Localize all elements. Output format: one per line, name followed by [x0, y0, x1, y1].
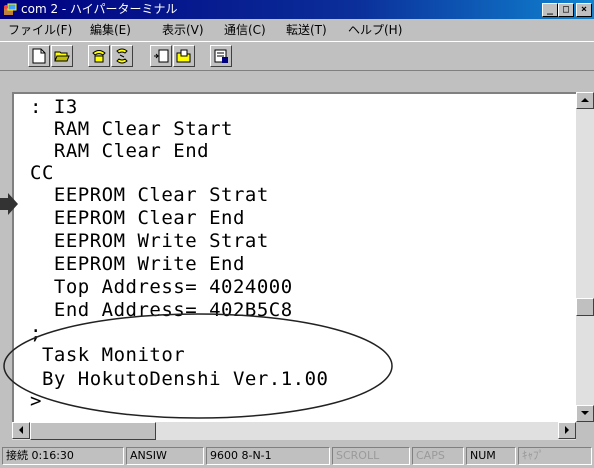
terminal-line: EEPROM Clear End	[30, 207, 245, 229]
terminal-frame: : I3 RAM Clear Start RAM Clear End CC EE…	[12, 92, 594, 436]
status-capture: ｷｬﾌﾟ	[518, 447, 592, 465]
terminal-line: Top Address= 4024000	[30, 276, 293, 298]
horizontal-scrollbar[interactable]	[12, 422, 576, 440]
menu-view[interactable]: 表示(V)	[162, 19, 204, 41]
receive-button[interactable]	[173, 45, 195, 67]
toolbar-properties-group	[210, 45, 233, 69]
status-num: NUM	[466, 447, 516, 465]
open-button[interactable]	[51, 45, 73, 67]
terminal-line: CC	[30, 162, 54, 184]
new-button[interactable]	[28, 45, 50, 67]
horizontal-scroll-thumb[interactable]	[30, 422, 156, 440]
connect-button[interactable]	[88, 45, 110, 67]
connect-icon	[92, 50, 106, 63]
minimize-button[interactable]: _	[542, 3, 558, 17]
menu-transfer[interactable]: 転送(T)	[286, 19, 327, 41]
terminal-line: : I3	[30, 96, 78, 118]
status-bar: 接続 0:16:30 ANSIW 9600 8-N-1 SCROLL CAPS …	[0, 442, 594, 468]
terminal-line: EEPROM Clear Strat	[30, 184, 269, 206]
properties-icon	[214, 49, 228, 63]
terminal-line: EEPROM Write End	[30, 253, 245, 275]
new-icon	[32, 48, 46, 64]
close-button[interactable]: ×	[576, 3, 592, 17]
scroll-down-button[interactable]	[576, 405, 594, 422]
send-icon	[154, 49, 169, 63]
arrow-down-icon	[581, 411, 589, 415]
terminal-line: RAM Clear Start	[30, 118, 233, 140]
menu-edit[interactable]: 編集(E)	[90, 19, 131, 41]
terminal-line: EEPROM Write Strat	[30, 230, 269, 252]
hyperterminal-window: com 2 - ハイパーターミナル _ □ × ファイル(F) 編集(E) 表示…	[0, 0, 594, 468]
title-bar[interactable]: com 2 - ハイパーターミナル _ □ ×	[0, 0, 594, 19]
status-caps: CAPS	[412, 447, 464, 465]
disconnect-icon	[116, 48, 128, 64]
status-port-settings: 9600 8-N-1	[206, 447, 330, 465]
vertical-scroll-thumb[interactable]	[576, 298, 594, 316]
vertical-scrollbar[interactable]	[576, 92, 594, 422]
toolbar-file-group	[28, 45, 74, 69]
scrollbar-corner	[576, 422, 594, 440]
arrow-left-icon	[19, 426, 23, 434]
open-icon	[54, 51, 70, 62]
disconnect-button[interactable]	[111, 45, 133, 67]
scroll-left-button[interactable]	[12, 422, 30, 439]
terminal-line: End Address= 402B5C8	[30, 299, 293, 321]
arrow-right-icon	[565, 426, 569, 434]
terminal-prompt: >	[30, 390, 42, 412]
annotation-arrow-icon	[0, 193, 18, 215]
maximize-button[interactable]: □	[558, 3, 574, 17]
scroll-up-button[interactable]	[576, 92, 594, 109]
terminal-screen[interactable]: : I3 RAM Clear Start RAM Clear End CC EE…	[16, 94, 578, 412]
menu-bar: ファイル(F) 編集(E) 表示(V) 通信(C) 転送(T) ヘルプ(H)	[0, 19, 594, 41]
scroll-right-button[interactable]	[558, 422, 576, 439]
terminal-line: RAM Clear End	[30, 140, 210, 162]
window-title: com 2 - ハイパーターミナル	[21, 2, 178, 16]
send-button[interactable]	[150, 45, 172, 67]
menu-call[interactable]: 通信(C)	[224, 19, 266, 41]
receive-icon	[176, 49, 191, 63]
menu-help[interactable]: ヘルプ(H)	[348, 19, 402, 41]
toolbar	[0, 41, 594, 71]
terminal-line: Task Monitor	[30, 344, 186, 366]
arrow-up-icon	[581, 98, 589, 102]
properties-button[interactable]	[210, 45, 232, 67]
menu-file[interactable]: ファイル(F)	[8, 19, 72, 41]
terminal-line: By HokutoDenshi Ver.1.00	[30, 368, 329, 390]
toolbar-transfer-group	[150, 45, 196, 69]
status-scroll: SCROLL	[332, 447, 410, 465]
terminal-line: ;	[30, 322, 42, 344]
status-emulation: ANSIW	[126, 447, 204, 465]
status-connection-time: 接続 0:16:30	[2, 447, 124, 465]
toolbar-connection-group	[88, 45, 134, 69]
hyperterminal-app-icon[interactable]	[3, 2, 18, 17]
